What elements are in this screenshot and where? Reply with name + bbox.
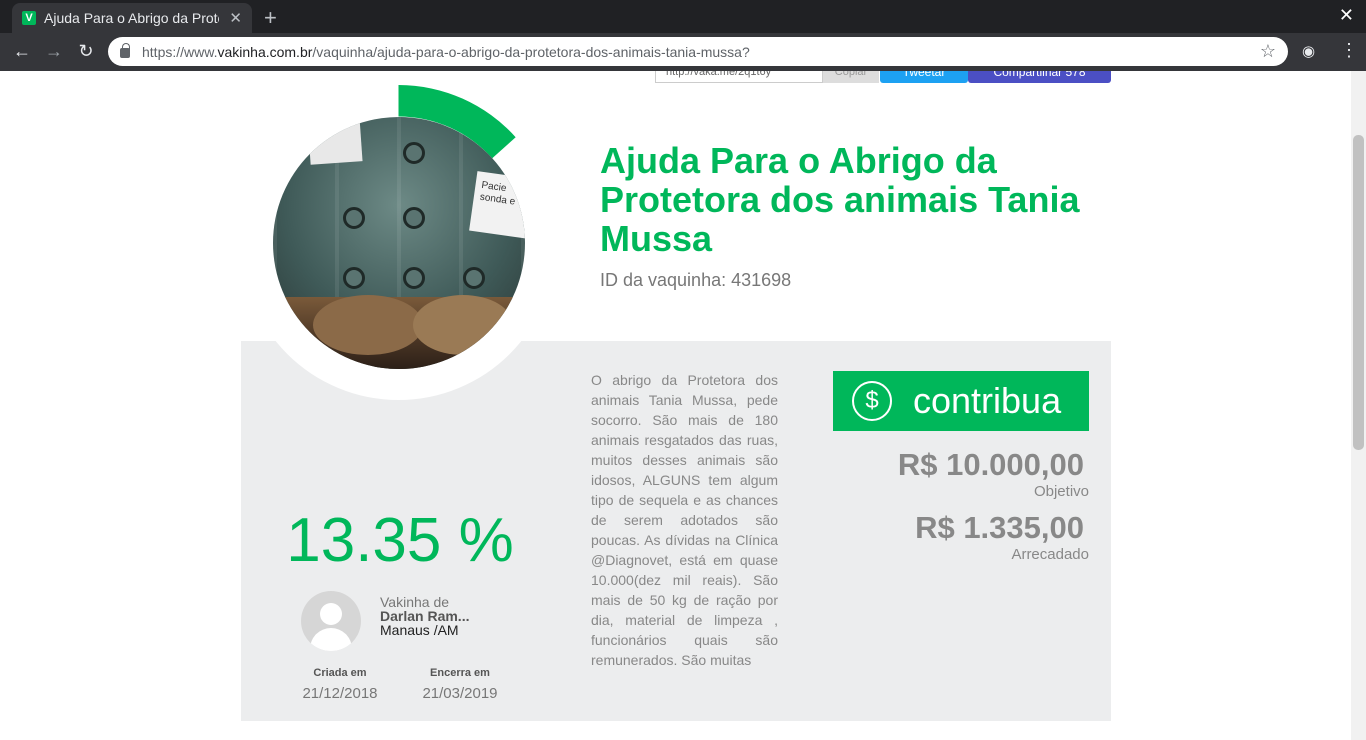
photo-paper-note: Pacie sonda e bbox=[469, 171, 525, 239]
window-close-icon[interactable]: ✕ bbox=[1339, 5, 1354, 26]
browser-tab-bar: V Ajuda Para o Abrigo da Protetora dos a… bbox=[0, 0, 1366, 33]
vakinha-favicon-icon: V bbox=[22, 11, 36, 25]
end-date: Encerra em 21/03/2019 bbox=[410, 667, 510, 702]
end-date-label: Encerra em bbox=[430, 667, 490, 679]
owner-city: Manaus /AM bbox=[380, 622, 459, 638]
owner-label: Vakinha de bbox=[380, 594, 450, 610]
reload-icon[interactable]: ↻ bbox=[75, 41, 97, 62]
facebook-share-button[interactable]: Compartilhar 578 bbox=[968, 71, 1111, 83]
copy-link-button[interactable]: Copiar bbox=[823, 71, 879, 83]
share-link-field[interactable]: http://vaka.me/2q1t6y bbox=[655, 71, 823, 83]
campaign-title: Ajuda Para o Abrigo da Protetora dos ani… bbox=[600, 140, 1080, 259]
bookmark-star-icon[interactable]: ☆ bbox=[1260, 41, 1276, 62]
browser-menu-icon[interactable]: ⋮ bbox=[1340, 40, 1358, 61]
contribute-label: contribua bbox=[913, 380, 1062, 421]
new-tab-icon[interactable]: + bbox=[264, 5, 277, 31]
tab-title: Ajuda Para o Abrigo da Protetora dos ani… bbox=[44, 10, 219, 26]
goal-amount: R$ 10.000,00 bbox=[897, 447, 1084, 482]
owner-info: Vakinha de Darlan Ram... Manaus /AM bbox=[380, 595, 469, 637]
back-arrow-icon[interactable]: ← bbox=[11, 41, 33, 62]
page-scrollbar-thumb[interactable] bbox=[1353, 135, 1364, 450]
goal-label: Objetivo bbox=[1033, 483, 1089, 500]
created-date-value: 21/12/2018 bbox=[302, 685, 378, 702]
end-date-value: 21/03/2019 bbox=[422, 685, 498, 702]
campaign-photo: Pacie sonda e bbox=[273, 117, 525, 369]
browser-toolbar: ← → ↻ https://www.vakinha.com.br/vaquinh… bbox=[0, 33, 1366, 71]
url-text: https://www.vakinha.com.br/vaquinha/ajud… bbox=[142, 43, 750, 60]
raised-amount: R$ 1.335,00 bbox=[915, 510, 1084, 545]
address-bar[interactable]: https://www.vakinha.com.br/vaquinha/ajud… bbox=[108, 37, 1288, 66]
tab-close-icon[interactable]: ✕ bbox=[229, 9, 242, 27]
created-date-label: Criada em bbox=[313, 667, 367, 679]
raised-label: Arrecadado bbox=[1011, 546, 1089, 563]
progress-percent: 13.35 % bbox=[286, 506, 514, 575]
owner-avatar bbox=[301, 591, 361, 651]
lock-icon bbox=[120, 43, 130, 58]
contribute-button[interactable]: $ contribua bbox=[833, 371, 1089, 431]
browser-tab[interactable]: V Ajuda Para o Abrigo da Protetora dos a… bbox=[12, 3, 252, 33]
forward-arrow-icon[interactable]: → bbox=[43, 41, 65, 62]
campaign-id: ID da vaquinha: 431698 bbox=[600, 270, 792, 290]
campaign-description: O abrigo da Protetora dos animais Tania … bbox=[591, 372, 778, 668]
dollar-icon: $ bbox=[852, 381, 892, 421]
incognito-extension-icon[interactable]: ◉ bbox=[1302, 42, 1315, 60]
tweet-button[interactable]: Tweetar bbox=[880, 71, 968, 83]
owner-name[interactable]: Darlan Ram... bbox=[380, 609, 469, 623]
created-date: Criada em 21/12/2018 bbox=[290, 667, 390, 702]
